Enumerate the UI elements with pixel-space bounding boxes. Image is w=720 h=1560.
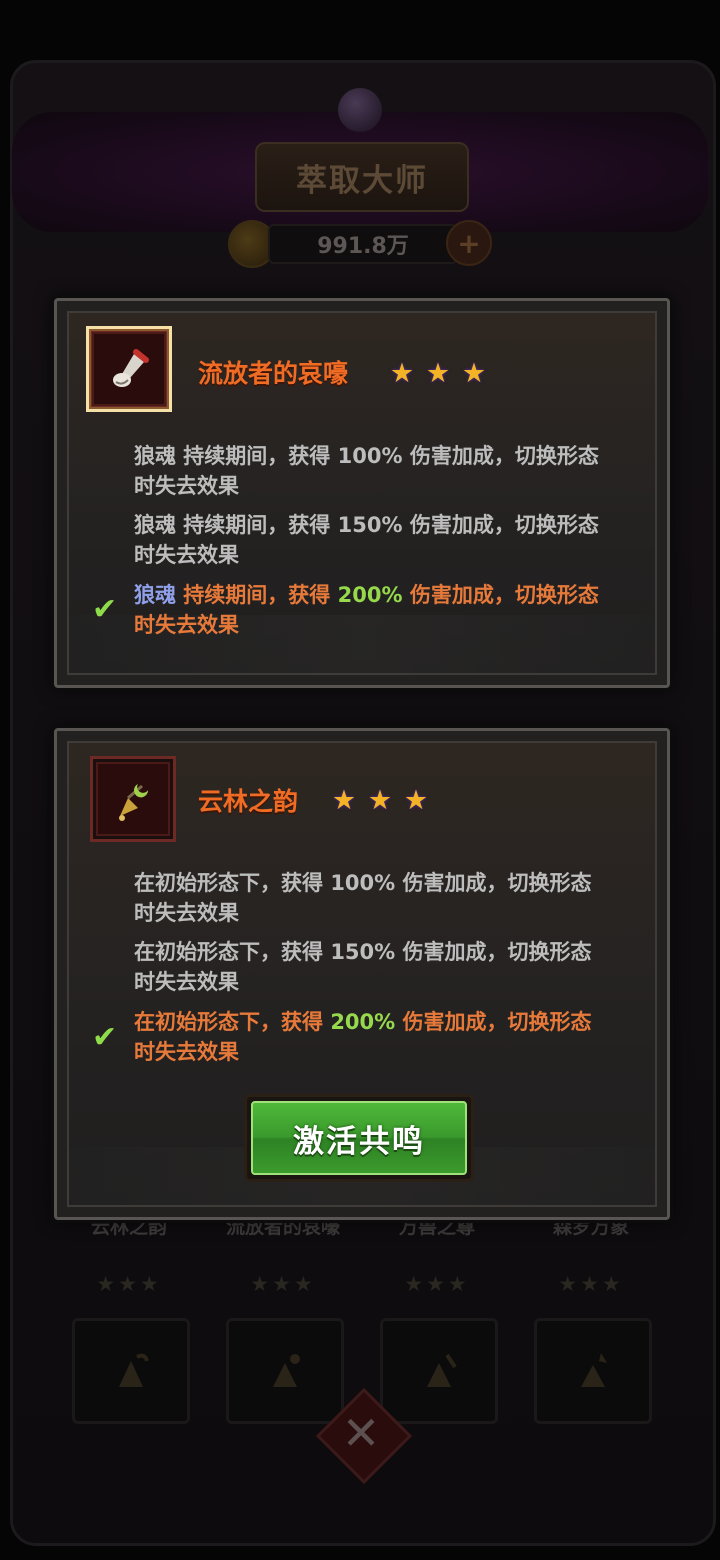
orb-ornament-icon <box>338 88 382 132</box>
bell-icon <box>273 1354 300 1387</box>
title-plate: 萃取大师 <box>255 142 469 212</box>
activate-resonance-button[interactable]: 激活共鸣 <box>244 1094 474 1182</box>
effect-tier-2: 狼魂 持续期间，获得 150% 伤害加成，切换形态时失去效果 <box>134 513 599 567</box>
star-icon: ★ <box>403 785 429 816</box>
page-title: 萃取大师 <box>296 162 428 199</box>
star-icon: ★ <box>331 785 357 816</box>
item-name: 云林之韵 <box>198 787 299 816</box>
effect-tier-1: 在初始形态下，获得 100% 伤害加成，切换形态时失去效果 <box>134 871 592 925</box>
close-button[interactable]: ✕ <box>330 1402 392 1464</box>
currency-bar: 991.8万 <box>268 224 458 264</box>
currency-amount: 991.8万 <box>317 234 409 259</box>
bell-icon <box>119 1353 149 1387</box>
equipment-slot[interactable] <box>534 1318 652 1424</box>
equipment-slot[interactable] <box>226 1318 344 1424</box>
star-rating: ★ ★ ★ <box>386 358 490 390</box>
bell-icon <box>581 1353 607 1387</box>
tab-stars: ★★★ <box>96 1272 162 1296</box>
tab-stars: ★★★ <box>404 1272 470 1296</box>
star-icon: ★ <box>425 358 451 389</box>
equipment-slot[interactable] <box>380 1318 498 1424</box>
effect-tier-2: 在初始形态下，获得 150% 伤害加成，切换形态时失去效果 <box>134 940 592 994</box>
item-name: 流放者的哀嚎 <box>198 359 349 388</box>
check-icon: ✔ <box>92 592 118 627</box>
item-icon-slot[interactable] <box>90 756 176 842</box>
star-icon: ★ <box>461 358 487 389</box>
tab-stars: ★★★ <box>250 1272 316 1296</box>
bottle-icon <box>113 349 149 387</box>
star-icon: ★ <box>389 358 415 389</box>
check-icon: ✔ <box>92 1020 118 1055</box>
effect-tier-3-active: 狼魂 持续期间，获得 200% 伤害加成，切换形态时失去效果 <box>134 583 599 637</box>
activate-resonance-label[interactable]: 激活共鸣 <box>251 1101 467 1175</box>
effect-tier-3-active: 在初始形态下，获得 200% 伤害加成，切换形态时失去效果 <box>134 1010 592 1064</box>
effect-tier-1: 狼魂 持续期间，获得 100% 伤害加成，切换形态时失去效果 <box>134 444 599 498</box>
item-icon-slot[interactable] <box>86 326 172 412</box>
bell-icon <box>119 784 149 821</box>
add-currency-button[interactable]: + <box>446 220 492 266</box>
tab-stars: ★★★ <box>558 1272 624 1296</box>
star-icon: ★ <box>367 785 393 816</box>
bell-icon <box>427 1353 457 1387</box>
star-rating: ★ ★ ★ <box>328 785 432 817</box>
equipment-slot[interactable] <box>72 1318 190 1424</box>
